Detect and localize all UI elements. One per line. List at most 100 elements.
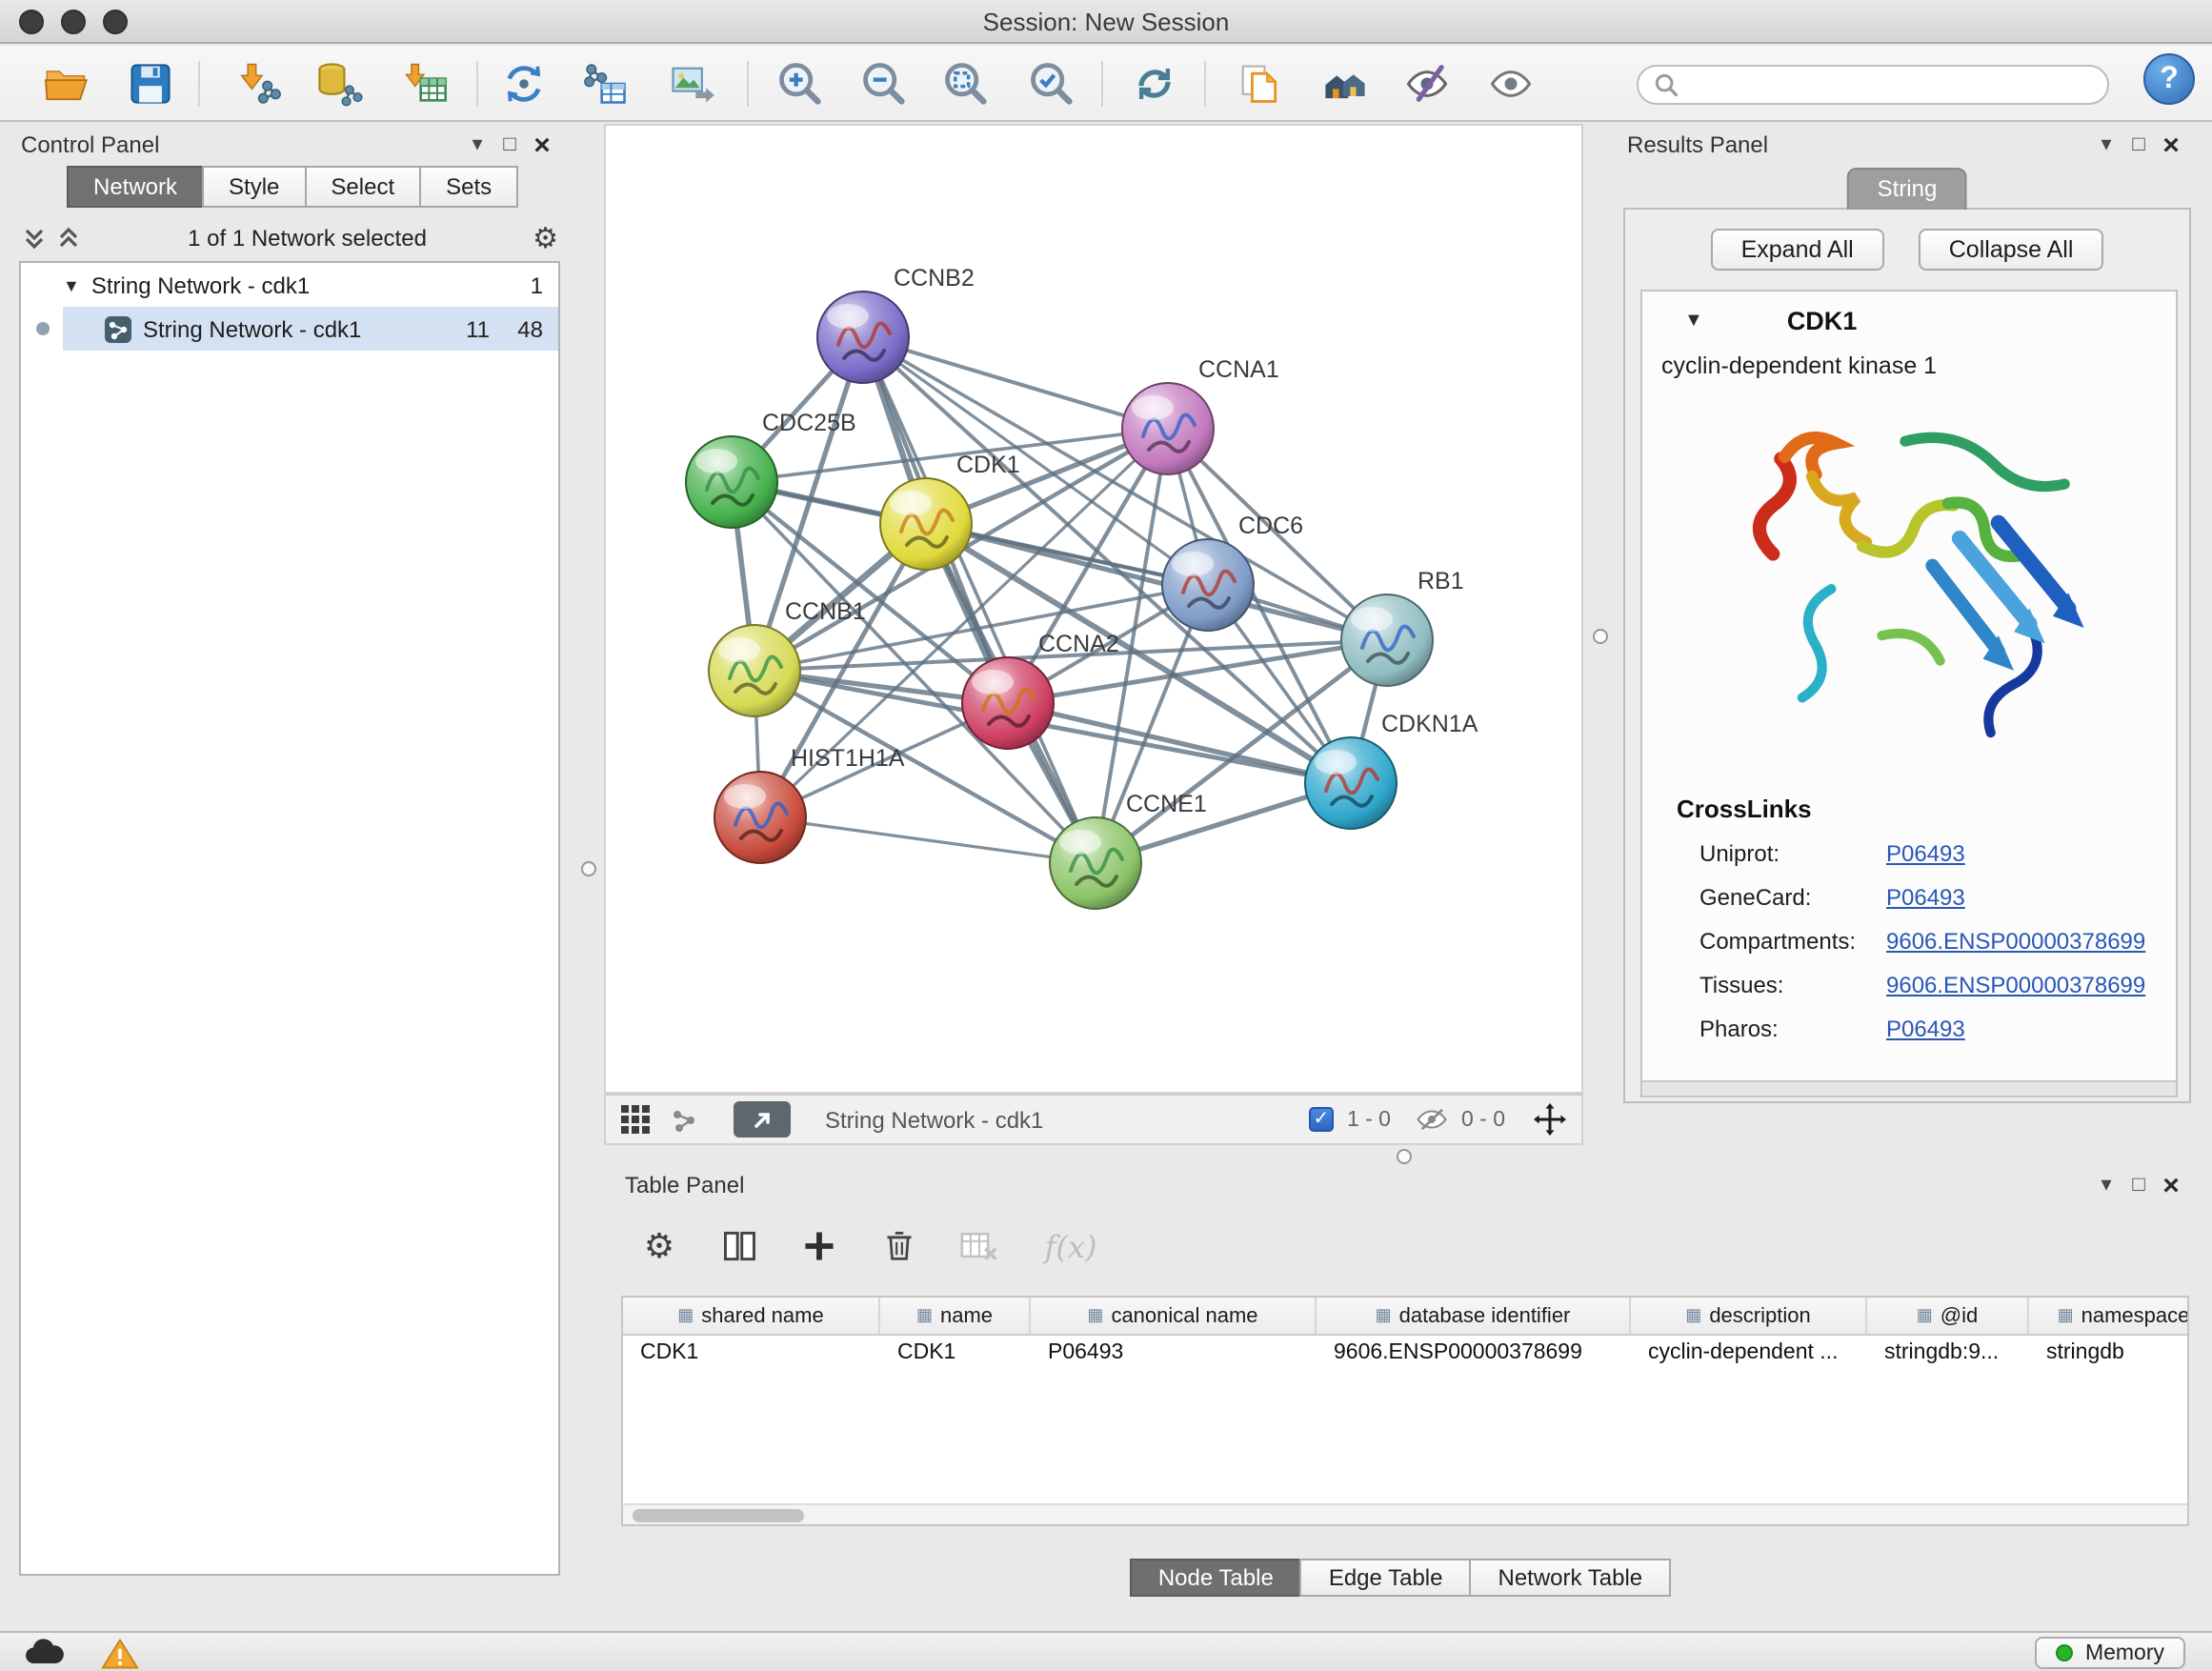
collapse-all-tree-icon[interactable] [55,225,82,252]
save-session-button[interactable] [122,55,179,112]
table-cell[interactable]: CDK1 [623,1336,880,1374]
network-node[interactable] [817,292,909,383]
import-table-file-button[interactable] [396,55,453,112]
expand-all-tree-icon[interactable] [21,225,48,252]
network-edge[interactable] [863,337,1168,429]
table-column-header[interactable]: ▦description [1631,1298,1867,1334]
table-column-header[interactable]: ▦canonical name [1031,1298,1317,1334]
table-column-header[interactable]: ▦@id [1867,1298,2029,1334]
control-panel-tab-sets[interactable]: Sets [419,166,518,208]
network-node[interactable] [1162,539,1254,631]
zoom-out-button[interactable] [855,55,913,112]
zoom-selected-button[interactable] [1023,55,1080,112]
network-node[interactable] [709,625,800,716]
new-network-from-table-button[interactable] [577,55,634,112]
apply-preferred-layout-button[interactable] [1126,55,1183,112]
tab-node-table[interactable]: Node Table [1130,1559,1302,1597]
tab-edge-table[interactable]: Edge Table [1300,1559,1472,1597]
panel-close-icon[interactable]: × [526,129,558,161]
gear-icon[interactable]: ⚙ [533,224,558,252]
panel-menu-icon[interactable]: ▾ [2090,129,2122,161]
crosslink-value-link[interactable]: P06493 [1886,1015,1965,1041]
tree-expand-icon[interactable]: ▼ [63,275,80,294]
search-input[interactable] [1688,71,2092,98]
protein-card-header[interactable]: ▼ CDK1 [1642,292,2176,349]
node-table[interactable]: ▦shared name▦name▦canonical name▦databas… [621,1296,2189,1526]
table-column-header[interactable]: ▦namespace [2029,1298,2189,1334]
welcome-screen-button[interactable] [1317,55,1374,112]
control-panel-tab-network[interactable]: Network [67,166,204,208]
control-panel-tab-select[interactable]: Select [304,166,421,208]
panel-close-icon[interactable]: × [2155,1169,2187,1201]
open-in-window-button[interactable] [734,1101,791,1137]
cloud-status-button[interactable] [19,1635,69,1671]
table-cell[interactable]: stringdb:9... [1867,1336,2029,1374]
right-splitter-handle[interactable] [1593,629,1608,644]
network-collection-row[interactable]: ▼ String Network - cdk1 1 [21,263,558,307]
hidden-elements-icon[interactable] [1416,1107,1448,1132]
export-network-button[interactable] [1231,55,1288,112]
network-node[interactable] [1305,737,1397,829]
delete-column-button[interactable] [878,1225,920,1267]
table-cell[interactable]: P06493 [1031,1336,1317,1374]
import-network-database-button[interactable] [311,55,368,112]
delete-table-button[interactable] [958,1225,1000,1267]
memory-button[interactable]: Memory [2036,1637,2185,1669]
panel-menu-icon[interactable]: ▾ [2090,1169,2122,1201]
table-row[interactable]: CDK1CDK1P064939606.ENSP00000378699cyclin… [623,1336,2187,1374]
warnings-button[interactable] [95,1635,145,1671]
table-cell[interactable]: cyclin-dependent ... [1631,1336,1867,1374]
network-node[interactable] [1122,383,1214,474]
function-builder-button[interactable]: f(x) [1038,1225,1103,1267]
network-edge[interactable] [926,524,1387,640]
birds-eye-view-icon[interactable] [621,1105,650,1134]
next-section-divider[interactable] [1642,1080,2176,1096]
move-crosshair-icon[interactable] [1534,1103,1566,1136]
network-row[interactable]: String Network - cdk1 11 48 [21,307,558,351]
panel-float-icon[interactable]: □ [493,129,526,161]
scrollbar-thumb[interactable] [633,1509,804,1522]
bottom-splitter-handle[interactable] [1397,1149,1412,1164]
table-cell[interactable]: CDK1 [880,1336,1031,1374]
zoom-fit-button[interactable] [937,55,995,112]
create-column-button[interactable] [798,1225,840,1267]
show-columns-button[interactable] [718,1225,760,1267]
network-edge[interactable] [863,337,1096,863]
network-edge[interactable] [760,817,1096,863]
selected-nodes-icon[interactable]: ✓ [1309,1107,1334,1132]
network-node[interactable] [880,478,972,570]
crosslink-value-link[interactable]: 9606.ENSP00000378699 [1886,927,2145,954]
table-column-header[interactable]: ▦database identifier [1317,1298,1631,1334]
panel-menu-icon[interactable]: ▾ [461,129,493,161]
network-canvas[interactable]: CCNB2CCNA1CDC25BCDK1CDC6RB1CCNB1CCNA2CDK… [604,124,1583,1094]
expand-all-button[interactable]: Expand All [1711,229,1884,271]
help-button[interactable]: ? [2143,53,2195,105]
horizontal-scrollbar[interactable] [623,1503,2187,1524]
network-graph[interactable]: CCNB2CCNA1CDC25BCDK1CDC6RB1CCNB1CCNA2CDK… [606,126,1581,1092]
crosslink-value-link[interactable]: P06493 [1886,839,1965,866]
open-file-button[interactable] [38,55,95,112]
network-node[interactable] [1050,817,1141,909]
tab-network-table[interactable]: Network Table [1470,1559,1672,1597]
network-node[interactable] [686,436,777,528]
export-image-button[interactable] [663,55,720,112]
share-network-icon[interactable] [669,1104,699,1135]
tab-string[interactable]: String [1847,168,1968,210]
hide-graphics-details-button[interactable] [1398,55,1456,112]
table-settings-button[interactable]: ⚙ [638,1225,680,1267]
panel-float-icon[interactable]: □ [2122,1169,2155,1201]
network-node[interactable] [714,772,806,863]
import-network-file-button[interactable] [231,55,288,112]
zoom-in-button[interactable] [772,55,829,112]
table-cell[interactable]: 9606.ENSP00000378699 [1317,1336,1631,1374]
crosslink-value-link[interactable]: 9606.ENSP00000378699 [1886,971,2145,997]
control-panel-tab-style[interactable]: Style [202,166,306,208]
table-column-header[interactable]: ▦name [880,1298,1031,1334]
table-column-header[interactable]: ▦shared name [623,1298,880,1334]
show-graphics-details-button[interactable] [1482,55,1539,112]
network-edge[interactable] [1008,703,1351,783]
crosslink-value-link[interactable]: P06493 [1886,883,1965,910]
left-splitter-handle[interactable] [581,861,596,876]
collapse-all-button[interactable]: Collapse All [1919,229,2104,271]
panel-float-icon[interactable]: □ [2122,129,2155,161]
